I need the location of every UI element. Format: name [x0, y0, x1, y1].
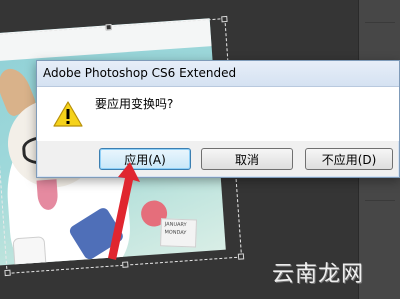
transform-handle[interactable]: [105, 24, 112, 31]
panel-divider: [365, 22, 395, 23]
dialog-message: 要应用变换吗?: [95, 97, 174, 111]
dialog-message-area: 要应用变换吗?: [37, 87, 399, 141]
dialog-title: Adobe Photoshop CS6 Extended: [43, 66, 237, 80]
transform-handle[interactable]: [221, 15, 228, 23]
panel-divider: [365, 200, 395, 201]
transform-handle[interactable]: [4, 269, 11, 277]
dont-apply-button[interactable]: 不应用(D): [305, 148, 393, 170]
apply-transform-dialog: Adobe Photoshop CS6 Extended 要应用变换吗? 应用(…: [36, 60, 400, 178]
red-pointer-arrow-icon: [108, 162, 140, 260]
warning-icon: [53, 101, 83, 127]
transform-handle[interactable]: [237, 253, 245, 260]
cancel-button[interactable]: 取消: [201, 148, 293, 170]
dialog-titlebar[interactable]: Adobe Photoshop CS6 Extended: [37, 61, 399, 87]
watermark: 云南龙网: [272, 262, 365, 287]
